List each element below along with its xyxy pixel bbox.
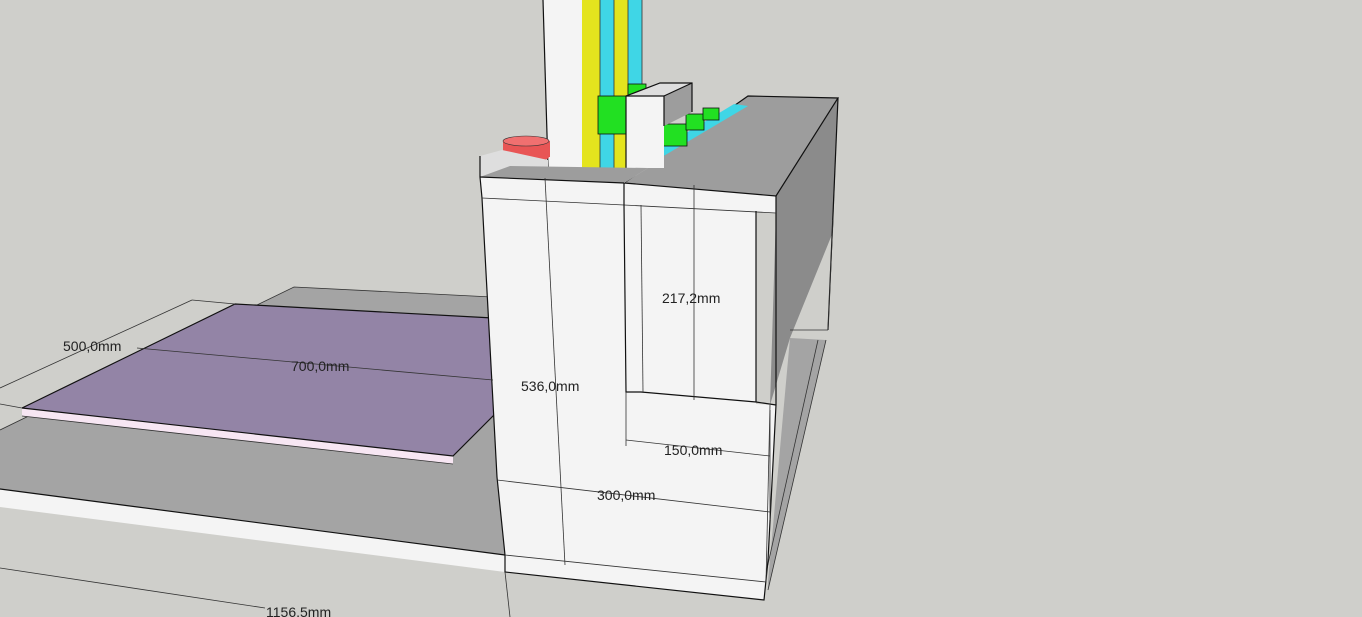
tube-yellow [582, 0, 600, 168]
dim-plate-depth: 500,0mm [63, 338, 121, 354]
dim-plate-width: 700,0mm [291, 358, 349, 374]
modeling-viewport[interactable]: 500,0mm 700,0mm 536,0mm 217,2mm 150,0mm … [0, 0, 1362, 617]
tube-cyan [600, 0, 614, 168]
green-block-1 [597, 95, 627, 135]
dim-panel-height: 217,2mm [662, 290, 720, 306]
green-block-4 [702, 107, 720, 121]
dim-cabinet-width: 300,0mm [597, 487, 655, 503]
dim-cabinet-height: 536,0mm [521, 378, 579, 394]
green-block-3 [685, 113, 705, 131]
green-block-2 [662, 123, 688, 147]
white-box-front [626, 96, 664, 168]
tube-cyan-2 [628, 0, 642, 95]
dim-panel-offset: 150,0mm [664, 442, 722, 458]
3d-model-scene[interactable]: 500,0mm 700,0mm 536,0mm 217,2mm 150,0mm … [0, 0, 1362, 617]
dim-base-length: 1156,5mm [266, 604, 331, 617]
